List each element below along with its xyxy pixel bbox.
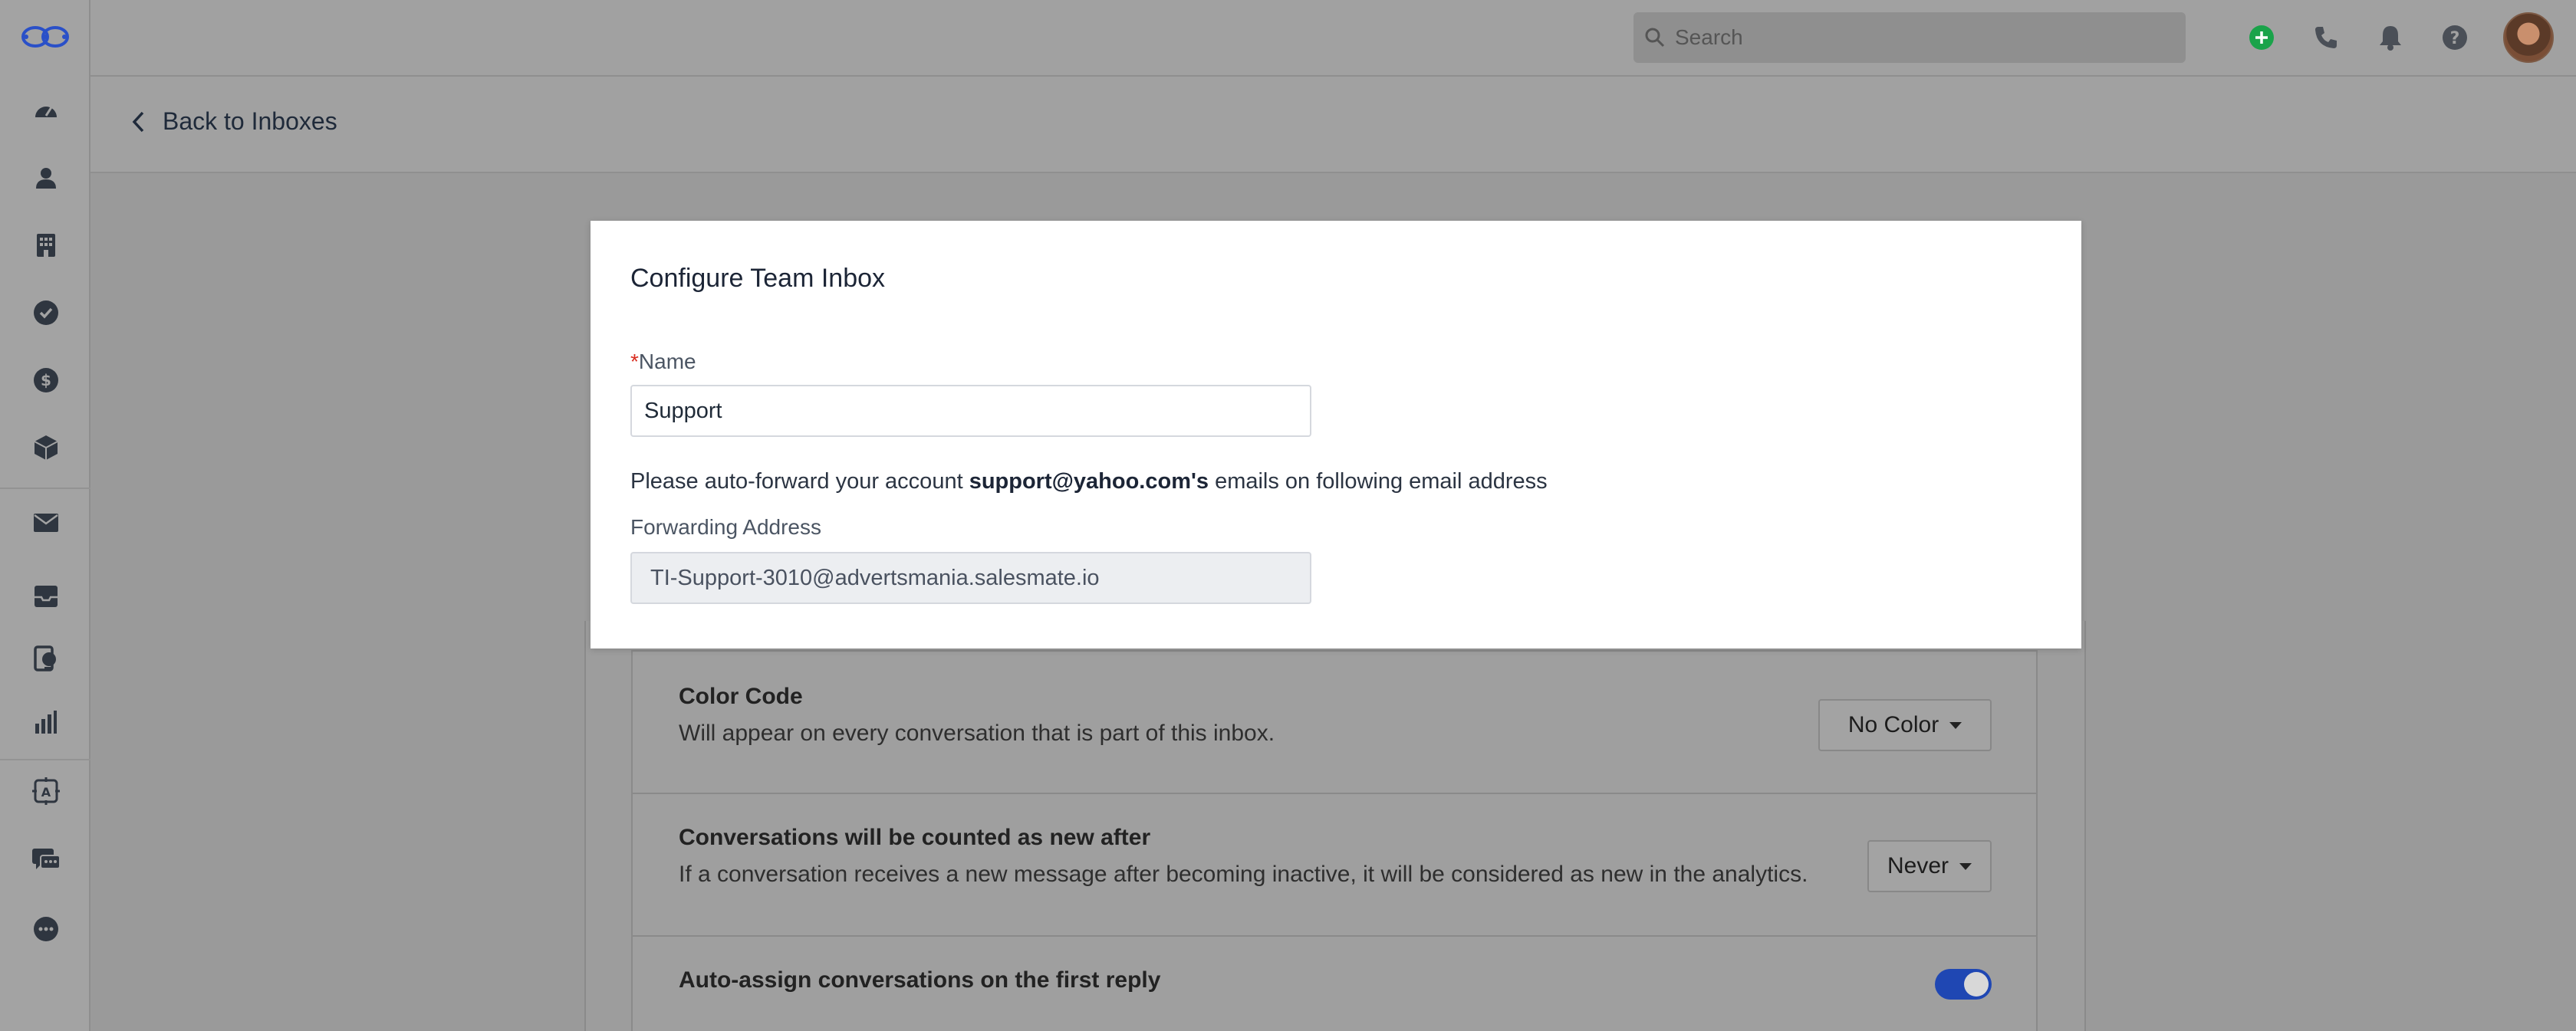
conversations-new-selected: Never bbox=[1887, 853, 1949, 878]
chat-icon[interactable] bbox=[31, 845, 61, 875]
caret-down-icon bbox=[1959, 862, 1972, 870]
color-code-selected: No Color bbox=[1847, 712, 1939, 737]
sidebar-divider bbox=[0, 488, 90, 489]
add-icon[interactable] bbox=[2247, 23, 2276, 52]
color-code-description: Will appear on every conversation that i… bbox=[679, 721, 1275, 746]
conversations-new-description: If a conversation receives a new message… bbox=[679, 862, 1808, 887]
avatar[interactable] bbox=[2503, 12, 2554, 63]
forwarding-instructions: Please auto-forward your account support… bbox=[630, 469, 1548, 494]
color-code-title: Color Code bbox=[679, 684, 803, 709]
deals-icon[interactable]: $ bbox=[31, 365, 61, 396]
info-account: support@yahoo.com's bbox=[969, 469, 1209, 494]
sub-header: Back to Inboxes bbox=[90, 77, 2576, 173]
sidebar-divider bbox=[0, 759, 90, 760]
conversations-new-setting: Conversations will be counted as new aft… bbox=[631, 793, 2038, 937]
back-link-label: Back to Inboxes bbox=[163, 107, 337, 135]
sequences-icon[interactable] bbox=[31, 644, 61, 675]
configure-team-inbox-modal: Configure Team Inbox *Name Support Pleas… bbox=[591, 221, 2081, 648]
search-input[interactable]: Search bbox=[1633, 12, 2186, 63]
name-label-text: Name bbox=[638, 350, 696, 373]
help-icon[interactable]: ? bbox=[2440, 23, 2469, 52]
caret-down-icon bbox=[1949, 721, 1962, 729]
app-logo[interactable] bbox=[20, 23, 71, 51]
name-input-value: Support bbox=[644, 398, 722, 423]
contacts-icon[interactable] bbox=[31, 163, 61, 193]
conversations-new-title: Conversations will be counted as new aft… bbox=[679, 825, 1151, 850]
top-bar: Search ? bbox=[90, 0, 2576, 77]
companies-icon[interactable] bbox=[31, 230, 61, 261]
color-code-dropdown[interactable]: No Color bbox=[1818, 699, 1992, 751]
inbox-icon[interactable] bbox=[31, 581, 61, 612]
required-mark: * bbox=[630, 350, 639, 373]
name-input[interactable]: Support bbox=[630, 385, 1311, 437]
products-icon[interactable] bbox=[31, 432, 61, 463]
search-placeholder: Search bbox=[1675, 25, 1743, 49]
svg-text:?: ? bbox=[2450, 29, 2460, 48]
info-prefix: Please auto-forward your account bbox=[630, 469, 969, 494]
bell-icon[interactable] bbox=[2376, 23, 2405, 52]
modal-title: Configure Team Inbox bbox=[630, 264, 886, 293]
auto-assign-title: Auto-assign conversations on the first r… bbox=[679, 967, 1161, 993]
forwarding-address-value: TI-Support-3010@advertsmania.salesmate.i… bbox=[650, 565, 1100, 590]
auto-assign-toggle[interactable] bbox=[1935, 969, 1992, 1000]
reports-icon[interactable] bbox=[31, 707, 61, 737]
auto-assign-setting: Auto-assign conversations on the first r… bbox=[631, 935, 2038, 1031]
phone-icon[interactable] bbox=[2311, 23, 2341, 52]
more-icon[interactable] bbox=[31, 914, 61, 944]
toggle-knob bbox=[1964, 972, 1989, 997]
info-suffix: emails on following email address bbox=[1209, 469, 1548, 494]
sidebar: $ A bbox=[0, 0, 90, 1031]
forwarding-address-label: Forwarding Address bbox=[630, 515, 822, 539]
color-code-setting: Color Code Will appear on every conversa… bbox=[631, 650, 2038, 794]
email-icon[interactable] bbox=[31, 507, 61, 538]
svg-text:A: A bbox=[41, 785, 51, 800]
tasks-icon[interactable] bbox=[31, 297, 61, 328]
forwarding-address-field[interactable]: TI-Support-3010@advertsmania.salesmate.i… bbox=[630, 552, 1311, 604]
search-icon bbox=[1645, 28, 1665, 48]
conversations-new-dropdown[interactable]: Never bbox=[1867, 840, 1992, 892]
dashboard-icon[interactable] bbox=[31, 95, 61, 126]
back-to-inboxes-link[interactable]: Back to Inboxes bbox=[130, 107, 337, 136]
name-label: *Name bbox=[630, 350, 696, 374]
chevron-left-icon bbox=[132, 111, 144, 132]
svg-text:$: $ bbox=[41, 371, 51, 389]
automation-icon[interactable]: A bbox=[31, 776, 61, 806]
